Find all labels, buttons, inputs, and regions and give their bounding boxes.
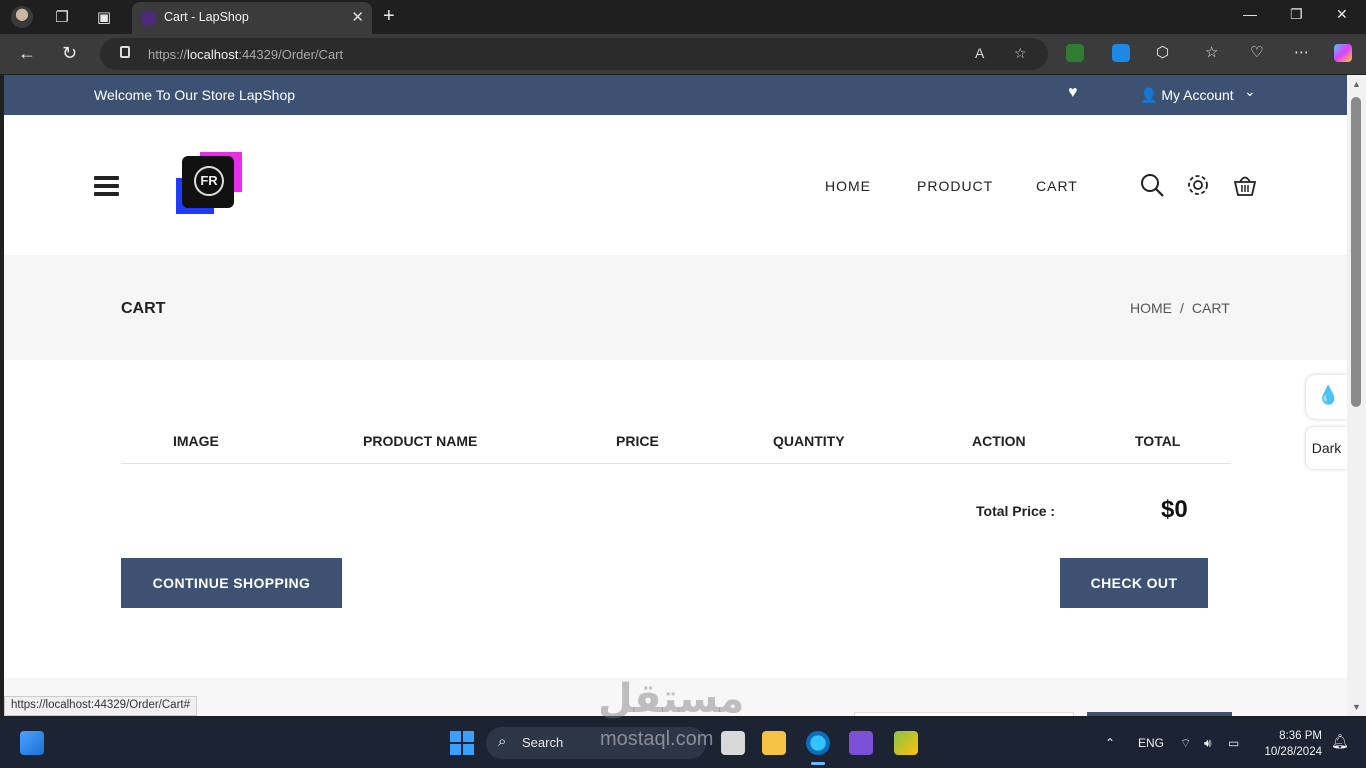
column-price: PRICE [616, 433, 659, 449]
file-explorer-icon[interactable] [762, 731, 786, 755]
notification-bell-icon[interactable]: 🔔︎ [1331, 733, 1349, 750]
tab-close-icon[interactable]: ✕ [351, 8, 364, 26]
column-total: TOTAL [1135, 433, 1181, 449]
user-icon: 👤 [1140, 87, 1158, 103]
read-aloud-icon[interactable]: A [975, 45, 984, 61]
favorite-star-icon[interactable]: ☆ [1014, 45, 1027, 62]
scroll-down-icon[interactable]: ▼ [1352, 702, 1361, 712]
checkout-button[interactable]: CHECK OUT [1060, 558, 1208, 608]
search-magnifier-icon: ⌕ [498, 733, 507, 750]
language-indicator[interactable]: ENG [1138, 736, 1164, 750]
address-bar[interactable]: https://localhost:44329/Order/Cart A ☆ [100, 38, 1048, 70]
wifi-icon[interactable]: ⌔ [1180, 736, 1191, 751]
my-account-menu[interactable]: 👤 My Account [1140, 87, 1234, 104]
tray-chevron-up-icon[interactable]: ⌃ [1105, 736, 1115, 750]
app-icon-generic[interactable] [721, 731, 745, 755]
wishlist-heart-icon[interactable]: ♥ [1068, 84, 1078, 102]
paint-app-icon[interactable] [894, 731, 918, 755]
shopping-basket-icon[interactable] [1231, 171, 1259, 199]
column-quantity: QUANTITY [773, 433, 845, 449]
web-page: Welcome To Our Store LapShop ♥ 👤 My Acco… [4, 75, 1347, 716]
back-arrow-icon[interactable]: ← [18, 43, 36, 64]
welcome-text: Welcome To Our Store LapShop [94, 87, 296, 103]
chevron-down-icon[interactable]: ⌄ [1244, 83, 1256, 100]
breadcrumb-separator: / [1180, 300, 1184, 316]
total-price-value: $0 [1161, 496, 1188, 523]
scroll-thumb[interactable] [1351, 97, 1361, 407]
battery-icon[interactable]: ▭ [1228, 736, 1239, 750]
total-price-label: Total Price : [976, 503, 1056, 519]
clock-date: 10/28/2024 [1264, 746, 1322, 758]
tab-favicon-icon [142, 11, 156, 25]
volume-icon[interactable]: 🔊︎ [1204, 736, 1212, 751]
nav-home[interactable]: HOME [825, 178, 871, 194]
browser-health-icon[interactable]: ♡ [1250, 43, 1263, 61]
settings-gear-icon[interactable] [1184, 171, 1212, 199]
theme-drop-button[interactable]: 💧 [1306, 375, 1347, 419]
new-tab-button[interactable]: + [383, 5, 395, 28]
page-title: CART [121, 300, 166, 317]
profile-avatar[interactable] [11, 6, 33, 28]
nav-cart[interactable]: CART [1036, 178, 1078, 194]
newsletter-input[interactable] [854, 712, 1074, 716]
search-icon[interactable] [1138, 171, 1166, 199]
taskbar-clock[interactable]: 8:36 PM 10/28/2024 [1260, 728, 1322, 760]
tab-cart[interactable]: Cart - LapShop ✕ [132, 2, 372, 34]
cart-table-header: IMAGE PRODUCT NAME PRICE QUANTITY ACTION… [121, 429, 1231, 464]
extension-drop-icon[interactable] [1112, 44, 1130, 62]
watermark-arabic: مستقل [598, 677, 745, 721]
page-banner: CART HOME / CART [4, 255, 1347, 360]
watermark-latin: mostaql.com [600, 728, 714, 750]
page-scrollbar[interactable]: ▲ ▼ [1347, 75, 1366, 716]
dark-mode-button[interactable]: Dark [1306, 427, 1347, 469]
copilot-icon[interactable] [1334, 44, 1352, 62]
browser-tab-bar: ❐ ▣ Cart - LapShop ✕ + — ❐ ✕ [0, 0, 1366, 34]
clock-time: 8:36 PM [1279, 730, 1322, 742]
browser-toolbar: ← ↻ https://localhost:44329/Order/Cart A… [0, 34, 1366, 74]
edge-active-indicator [811, 762, 825, 765]
continue-shopping-button[interactable]: CONTINUE SHOPPING [121, 558, 342, 608]
newsletter-button[interactable] [1087, 712, 1232, 716]
extension-color-icon[interactable] [1066, 44, 1084, 62]
status-url: https://localhost:44329/Order/Cart# [4, 696, 197, 716]
visual-studio-icon[interactable] [849, 731, 873, 755]
column-action: ACTION [972, 433, 1026, 449]
tab-actions-icon[interactable]: ▣ [93, 7, 115, 29]
favorites-icon[interactable]: ☆ [1205, 43, 1218, 61]
water-drop-icon: 💧 [1317, 385, 1340, 405]
close-window-button[interactable]: ✕ [1336, 6, 1348, 23]
scroll-up-icon[interactable]: ▲ [1352, 79, 1361, 89]
url-text: https://localhost:44329/Order/Cart [148, 47, 344, 62]
tab-title: Cart - LapShop [164, 10, 249, 24]
my-account-label: My Account [1161, 87, 1234, 103]
widgets-icon[interactable] [20, 731, 44, 755]
top-strip: Welcome To Our Store LapShop ♥ 👤 My Acco… [4, 75, 1347, 115]
extensions-puzzle-icon[interactable]: ⬡ [1156, 43, 1169, 61]
workspaces-icon[interactable]: ❐ [51, 7, 73, 29]
minimize-button[interactable]: — [1243, 6, 1257, 22]
column-image: IMAGE [173, 433, 219, 449]
site-logo[interactable]: FR [176, 152, 242, 218]
nav-product[interactable]: PRODUCT [917, 178, 993, 194]
breadcrumb-home[interactable]: HOME [1130, 300, 1172, 316]
column-product-name: PRODUCT NAME [363, 433, 478, 449]
breadcrumb: HOME / CART [1130, 300, 1230, 316]
refresh-icon[interactable]: ↻ [62, 43, 77, 64]
restore-button[interactable]: ❐ [1290, 6, 1303, 23]
hamburger-menu-icon[interactable] [94, 176, 119, 196]
edge-browser-icon[interactable] [806, 731, 830, 755]
site-header: FR HOME PRODUCT CART [4, 115, 1347, 255]
more-menu-icon[interactable]: ⋯ [1294, 43, 1309, 61]
start-windows-icon[interactable] [450, 731, 474, 755]
taskbar-search-label: Search [522, 735, 564, 750]
lock-icon[interactable] [120, 46, 130, 58]
breadcrumb-current: CART [1191, 300, 1230, 316]
